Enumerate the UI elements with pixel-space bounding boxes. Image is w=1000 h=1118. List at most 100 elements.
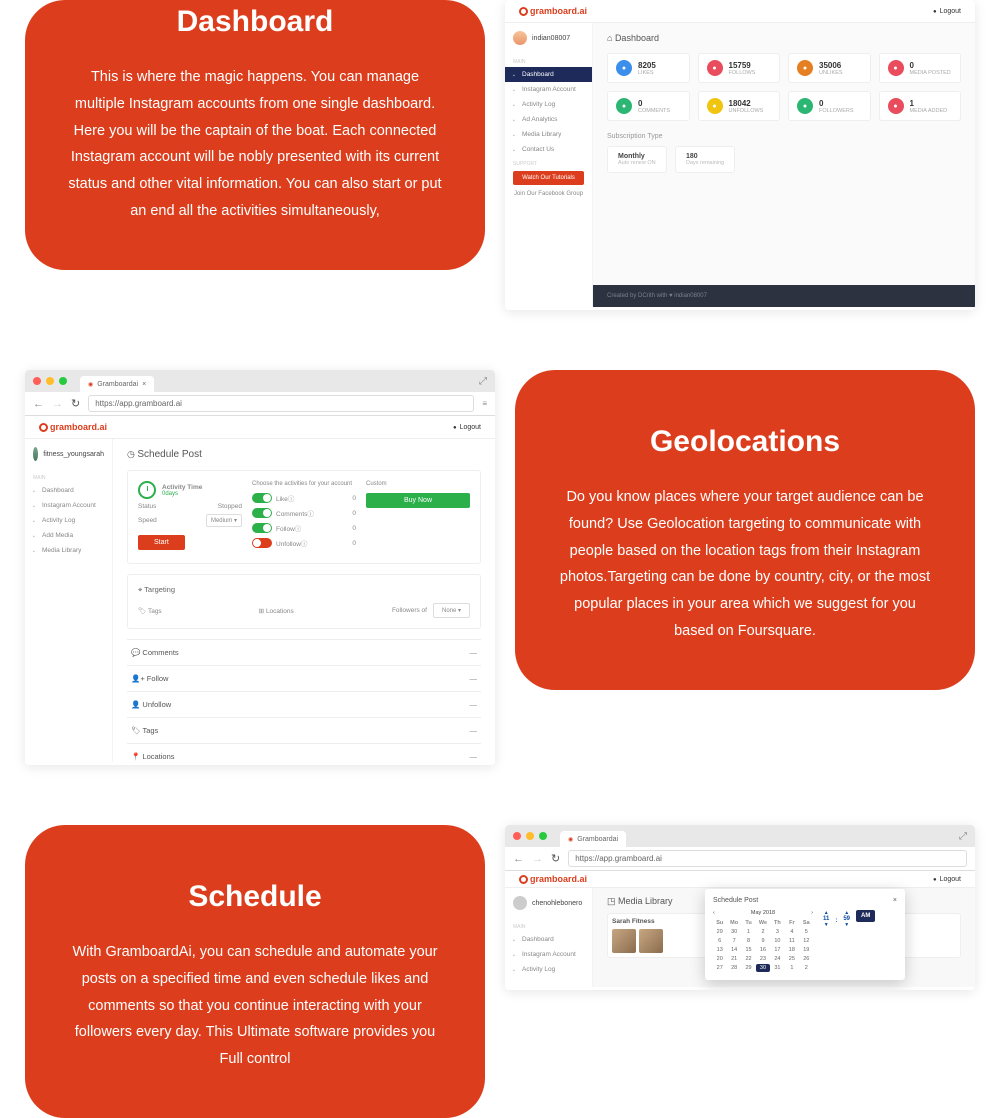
calendar-day[interactable]: 4: [785, 928, 798, 936]
locations-field[interactable]: ⊞ Locations: [259, 607, 350, 615]
sidebar-item[interactable]: Activity Log: [505, 97, 592, 112]
toggle-switch[interactable]: [252, 508, 272, 518]
toggle-switch[interactable]: [252, 523, 272, 533]
accordion-section[interactable]: 🏷 Tags: [127, 717, 481, 743]
calendar-day[interactable]: 29: [713, 928, 726, 936]
accordion-section[interactable]: 👤+ Follow: [127, 665, 481, 691]
sidebar-item[interactable]: Activity Log: [505, 962, 592, 977]
toggle-switch[interactable]: [252, 538, 272, 548]
calendar-day[interactable]: 16: [756, 946, 769, 954]
sidebar-item[interactable]: Dashboard: [505, 932, 592, 947]
back-icon[interactable]: ←: [513, 853, 524, 865]
calendar-day[interactable]: 1: [742, 928, 755, 936]
hour-picker[interactable]: 11: [823, 910, 829, 928]
calendar-day[interactable]: 10: [771, 937, 784, 945]
sidebar-item[interactable]: Ad Analytics: [505, 112, 592, 127]
calendar-day[interactable]: 23: [756, 955, 769, 963]
minimize-icon[interactable]: [46, 377, 54, 385]
address-input[interactable]: https://app.gramboard.ai: [88, 395, 474, 412]
prev-month-icon[interactable]: ‹: [713, 910, 715, 916]
sidebar-item[interactable]: Dashboard: [25, 483, 112, 498]
accordion-section[interactable]: 📍 Locations: [127, 743, 481, 765]
back-icon[interactable]: ←: [33, 398, 44, 410]
calendar-day[interactable]: 18: [785, 946, 798, 954]
calendar-day[interactable]: 17: [771, 946, 784, 954]
sidebar-item[interactable]: Media Library: [505, 127, 592, 142]
accordion-section[interactable]: 👤 Unfollow: [127, 691, 481, 717]
fullscreen-icon[interactable]: ⤢: [479, 376, 487, 387]
calendar-day[interactable]: 29: [742, 964, 755, 972]
close-icon[interactable]: ×: [893, 897, 897, 904]
calendar-day[interactable]: 28: [727, 964, 740, 972]
browser-tab[interactable]: Gramboardai ×: [80, 376, 154, 392]
logout-link[interactable]: Logout: [933, 8, 961, 15]
sidebar-item[interactable]: Activity Log: [25, 513, 112, 528]
minute-picker[interactable]: 59: [843, 910, 850, 928]
calendar-day[interactable]: 24: [771, 955, 784, 963]
calendar-day[interactable]: 11: [785, 937, 798, 945]
calendar-day[interactable]: 6: [713, 937, 726, 945]
browser-tab[interactable]: Gramboardai: [560, 831, 626, 847]
maximize-icon[interactable]: [539, 832, 547, 840]
buy-now-button[interactable]: Buy Now: [366, 493, 470, 508]
calendar-day[interactable]: 31: [771, 964, 784, 972]
address-input[interactable]: https://app.gramboard.ai: [568, 850, 967, 867]
brand-logo[interactable]: gramboard.ai: [519, 874, 587, 884]
calendar-day[interactable]: 12: [800, 937, 813, 945]
reload-icon[interactable]: ↻: [551, 852, 560, 865]
sidebar-item[interactable]: Add Media: [25, 528, 112, 543]
ampm-toggle[interactable]: AM: [856, 910, 875, 922]
calendar-day[interactable]: 15: [742, 946, 755, 954]
menu-icon[interactable]: ≡: [482, 399, 487, 408]
calendar-day[interactable]: 14: [727, 946, 740, 954]
logout-link[interactable]: Logout: [933, 876, 961, 883]
sidebar-item[interactable]: Contact Us: [505, 142, 592, 157]
calendar-day[interactable]: 13: [713, 946, 726, 954]
tags-field[interactable]: 🏷 Tags: [138, 607, 229, 615]
forward-icon[interactable]: →: [52, 398, 63, 410]
calendar-day[interactable]: 2: [756, 928, 769, 936]
calendar-day[interactable]: 9: [756, 937, 769, 945]
toggle-switch[interactable]: [252, 493, 272, 503]
reload-icon[interactable]: ↻: [71, 397, 80, 410]
calendar-day[interactable]: 8: [742, 937, 755, 945]
forward-icon[interactable]: →: [532, 853, 543, 865]
next-month-icon[interactable]: ›: [811, 910, 813, 916]
maximize-icon[interactable]: [59, 377, 67, 385]
chevron-down-icon[interactable]: [823, 922, 829, 928]
join-group-link[interactable]: Join Our Facebook Group: [505, 187, 592, 201]
start-button[interactable]: Start: [138, 535, 185, 550]
sidebar-item[interactable]: Instagram Account: [505, 947, 592, 962]
calendar-day[interactable]: 19: [800, 946, 813, 954]
calendar-day[interactable]: 26: [800, 955, 813, 963]
minimize-icon[interactable]: [526, 832, 534, 840]
close-icon[interactable]: [33, 377, 41, 385]
calendar-day[interactable]: 1: [785, 964, 798, 972]
calendar-day[interactable]: 20: [713, 955, 726, 963]
watch-tutorials-button[interactable]: Watch Our Tutorials: [513, 171, 584, 185]
accordion-section[interactable]: 💬 Comments: [127, 639, 481, 665]
calendar-day[interactable]: 22: [742, 955, 755, 963]
calendar-day[interactable]: 5: [800, 928, 813, 936]
user-profile[interactable]: indian08007: [505, 31, 592, 55]
calendar-day[interactable]: 21: [727, 955, 740, 963]
calendar-day[interactable]: 25: [785, 955, 798, 963]
chevron-down-icon[interactable]: [843, 922, 850, 928]
calendar-day[interactable]: 30: [727, 928, 740, 936]
fullscreen-icon[interactable]: ⤢: [959, 831, 967, 842]
sidebar-item[interactable]: Instagram Account: [25, 498, 112, 513]
library-card[interactable]: Sarah Fitness: [607, 913, 720, 958]
user-profile[interactable]: chenohlebonero: [505, 896, 592, 920]
brand-logo[interactable]: gramboard.ai: [519, 6, 587, 16]
close-tab-icon[interactable]: ×: [142, 381, 146, 388]
sidebar-item[interactable]: Media Library: [25, 543, 112, 558]
sidebar-item[interactable]: Dashboard: [505, 67, 592, 82]
user-profile[interactable]: fitness_youngsarah: [25, 447, 112, 471]
calendar-day[interactable]: 30: [756, 964, 769, 972]
speed-select[interactable]: Medium ▾: [206, 514, 242, 527]
logout-link[interactable]: Logout: [453, 424, 481, 431]
calendar-day[interactable]: 27: [713, 964, 726, 972]
calendar-day[interactable]: 2: [800, 964, 813, 972]
brand-logo[interactable]: gramboard.ai: [39, 422, 107, 432]
followers-select[interactable]: None ▾: [433, 603, 470, 618]
